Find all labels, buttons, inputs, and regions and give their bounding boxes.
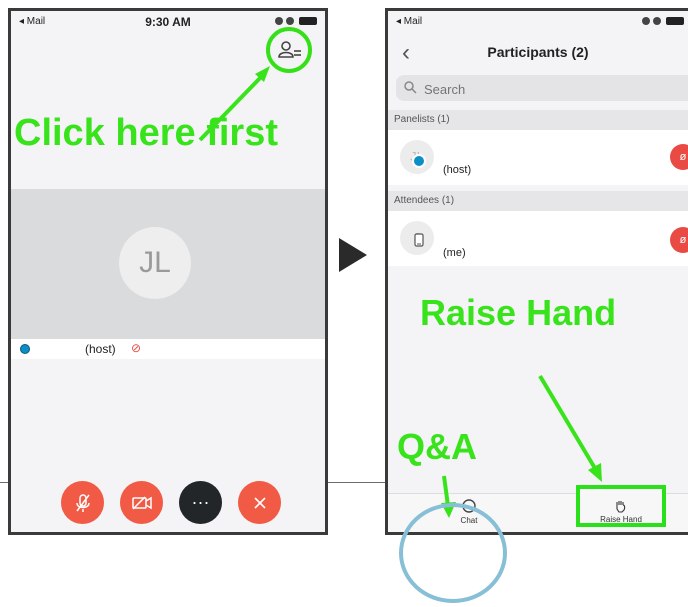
arrow-to-participants	[198, 66, 270, 142]
annotation-arrows	[198, 66, 602, 518]
arrow-to-raise-hand	[538, 374, 602, 482]
chat-highlight-circle	[399, 503, 507, 603]
